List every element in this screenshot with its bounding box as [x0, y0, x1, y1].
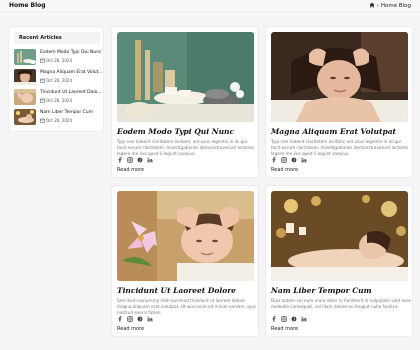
article-thumbnail: [14, 49, 36, 65]
post-excerpt: Typi non habent claritatem insitam; est …: [271, 139, 409, 156]
home-icon[interactable]: [369, 2, 375, 10]
recent-article-date: Oct 26, 2024: [40, 118, 72, 123]
post-image[interactable]: [271, 32, 408, 122]
pinterest-icon[interactable]: [137, 316, 143, 322]
content-area: Recent Articles Eodem Modo Typi Qui Nunc…: [0, 14, 420, 350]
article-thumbnail: [14, 89, 36, 105]
recent-article-item[interactable]: Magna Aliquam Erat Volut... Oct 26, 2024: [14, 69, 103, 87]
post-excerpt: Sed diam nonummy nibh euismod tincidunt …: [117, 298, 256, 315]
recent-article-item[interactable]: Eodem Modo Typi Qui Nunc Oct 26, 2024: [14, 49, 102, 67]
social-share: [117, 157, 153, 163]
calendar-icon: [40, 78, 45, 83]
post-image[interactable]: [271, 191, 408, 281]
recent-articles-widget: Recent Articles Eodem Modo Typi Qui Nunc…: [8, 26, 104, 132]
post-excerpt: Duis autem vel eum iriure dolor in hendr…: [271, 298, 411, 309]
read-more-link[interactable]: Read more: [117, 326, 144, 332]
instagram-icon[interactable]: [281, 157, 287, 163]
blog-post-card: Magna Aliquam Erat Volutpat Typi non hab…: [265, 26, 413, 178]
instagram-icon[interactable]: [127, 316, 133, 322]
blog-post-card: Nam Liber Tempor Cum Duis autem vel eum …: [265, 185, 413, 337]
article-thumbnail: [14, 109, 36, 125]
linkedin-icon[interactable]: [301, 316, 307, 322]
linkedin-icon[interactable]: [147, 157, 153, 163]
pinterest-icon[interactable]: [291, 316, 297, 322]
pinterest-icon[interactable]: [137, 157, 143, 163]
recent-article-date: Oct 26, 2024: [40, 58, 72, 63]
calendar-icon: [40, 58, 45, 63]
linkedin-icon[interactable]: [301, 157, 307, 163]
calendar-icon: [40, 98, 45, 103]
article-thumbnail: [14, 69, 36, 85]
social-share: [271, 316, 307, 322]
instagram-icon[interactable]: [281, 316, 287, 322]
post-excerpt: Typi non habent claritatem insitam; est …: [117, 139, 255, 156]
recent-article-title: Nam Liber Tempor Cum: [40, 110, 94, 115]
blog-post-card: Eodem Modo Typi Qui Nunc Typi non habent…: [111, 26, 259, 178]
facebook-icon[interactable]: [271, 157, 277, 163]
facebook-icon[interactable]: [117, 316, 123, 322]
facebook-icon[interactable]: [271, 316, 277, 322]
read-more-link[interactable]: Read more: [271, 326, 298, 332]
instagram-icon[interactable]: [127, 157, 133, 163]
recent-article-date: Oct 26, 2024: [40, 78, 72, 83]
recent-article-title: Magna Aliquam Erat Volut...: [40, 70, 103, 75]
pinterest-icon[interactable]: [291, 157, 297, 163]
read-more-link[interactable]: Read more: [271, 167, 298, 173]
calendar-icon: [40, 118, 45, 123]
page-title: Home Blog: [9, 2, 46, 9]
breadcrumb-current: Home Blog: [380, 3, 411, 9]
widget-heading: Recent Articles: [14, 32, 100, 44]
recent-article-title: Eodem Modo Typi Qui Nunc: [40, 50, 102, 55]
facebook-icon[interactable]: [117, 157, 123, 163]
recent-article-item[interactable]: Tincidunt Ut Laoreet Dolo... Oct 26, 202…: [14, 89, 102, 107]
post-title[interactable]: Nam Liber Tempor Cum: [271, 286, 372, 295]
post-title[interactable]: Magna Aliquam Erat Volutpat: [271, 127, 396, 136]
page-header: Home Blog › Home Blog: [0, 0, 420, 13]
post-title[interactable]: Tincidunt Ut Laoreet Dolore: [117, 286, 236, 295]
recent-article-date: Oct 26, 2024: [40, 98, 72, 103]
post-image[interactable]: [117, 191, 254, 281]
post-image[interactable]: [117, 32, 254, 122]
recent-article-item[interactable]: Nam Liber Tempor Cum Oct 26, 2024: [14, 109, 102, 127]
blog-post-card: Tincidunt Ut Laoreet Dolore Sed diam non…: [111, 185, 259, 337]
linkedin-icon[interactable]: [147, 316, 153, 322]
recent-article-title: Tincidunt Ut Laoreet Dolo...: [40, 90, 102, 95]
social-share: [271, 157, 307, 163]
post-title[interactable]: Eodem Modo Typi Qui Nunc: [117, 127, 234, 136]
breadcrumb: › Home Blog: [369, 2, 411, 10]
breadcrumb-separator: ›: [376, 3, 379, 9]
read-more-link[interactable]: Read more: [117, 167, 144, 173]
social-share: [117, 316, 153, 322]
